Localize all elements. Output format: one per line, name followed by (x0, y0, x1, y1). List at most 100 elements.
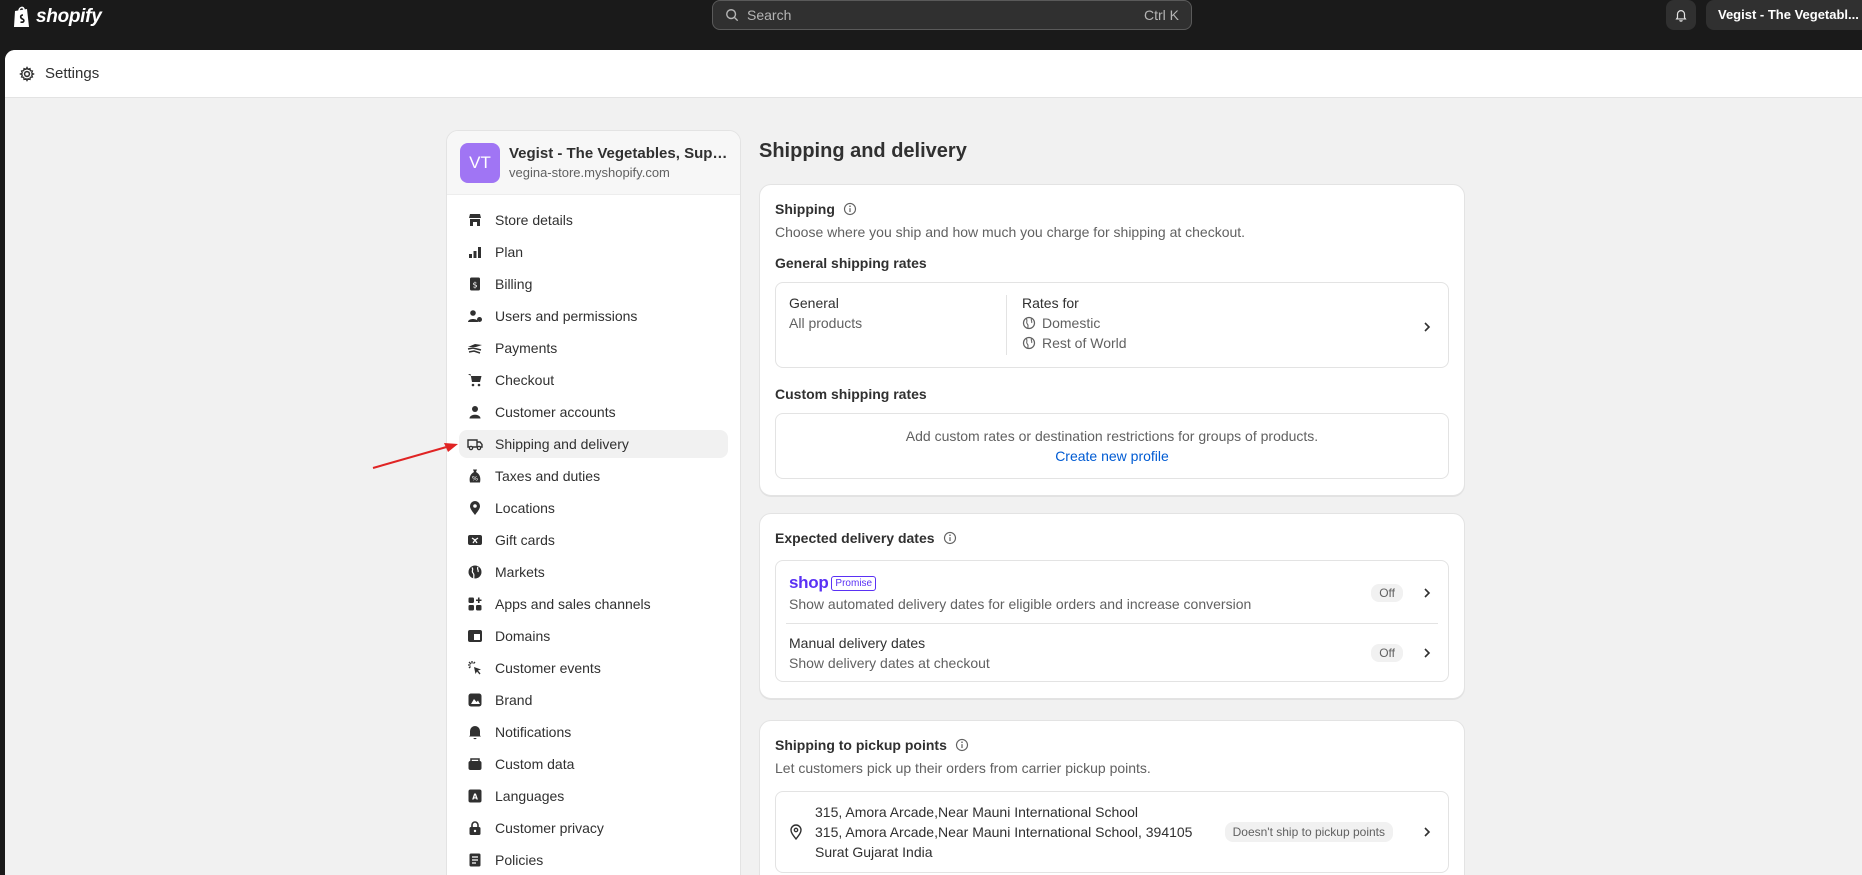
sidebar-item-languages[interactable]: A Languages (459, 782, 728, 810)
store-header[interactable]: VT Vegist - The Vegetables, Supermarket … (447, 131, 740, 195)
search-placeholder: Search (747, 7, 792, 23)
svg-text:A: A (472, 793, 478, 802)
sidebar-item-label: Notifications (495, 724, 572, 740)
sidebar-item-apps[interactable]: Apps and sales channels (459, 590, 728, 618)
sidebar-item-label: Checkout (495, 372, 555, 388)
sidebar-item-customer-events[interactable]: Customer events (459, 654, 728, 682)
pickup-points-card: Shipping to pickup points Let customers … (759, 720, 1465, 875)
zone-rest-of-world: Rest of World (1042, 335, 1127, 351)
shipping-title-row: Shipping (775, 201, 1449, 217)
shipping-title: Shipping (775, 201, 835, 217)
payments-icon (467, 340, 483, 356)
globe-icon (467, 564, 483, 580)
globe-icon (1022, 316, 1036, 330)
sidebar-item-policies[interactable]: Policies (459, 846, 728, 874)
sidebar-item-label: Languages (495, 788, 565, 804)
store-icon (467, 212, 483, 228)
delivery-title-row: Expected delivery dates (775, 530, 1449, 546)
delivery-options-box: shop Promise Show automated delivery dat… (775, 560, 1449, 682)
sidebar-item-label: Customer events (495, 660, 601, 676)
sidebar-item-payments[interactable]: Payments (459, 334, 728, 362)
domain-icon (467, 628, 483, 644)
sidebar-item-billing[interactable]: $ Billing (459, 270, 728, 298)
shipping-card: Shipping Choose where you ship and how m… (759, 184, 1465, 496)
sidebar-item-plan[interactable]: Plan (459, 238, 728, 266)
sidebar-item-label: Payments (495, 340, 558, 356)
sidebar-item-label: Custom data (495, 756, 575, 772)
sidebar-item-checkout[interactable]: Checkout (459, 366, 728, 394)
custom-rates-text: Add custom rates or destination restrict… (905, 428, 1319, 444)
sidebar-item-markets[interactable]: Markets (459, 558, 728, 586)
sidebar-item-label: Domains (495, 628, 551, 644)
store-switcher-button[interactable]: Vegist - The Vegetabl... (1706, 0, 1862, 30)
sidebar-item-label: Store details (495, 212, 573, 228)
shop-promise-logo: shop Promise (789, 573, 1371, 593)
svg-text:$: $ (472, 281, 477, 290)
cart-icon (467, 372, 483, 388)
status-badge: Doesn't ship to pickup points (1224, 822, 1393, 842)
settings-title: Settings (45, 65, 100, 82)
lock-icon (467, 820, 483, 836)
svg-text:%: % (472, 475, 478, 483)
sidebar-item-label: Customer accounts (495, 404, 616, 420)
sidebar-item-label: Brand (495, 692, 533, 708)
sidebar-item-label: Locations (495, 500, 555, 516)
policy-icon (467, 852, 483, 868)
create-profile-link[interactable]: Create new profile (790, 448, 1434, 464)
bell-icon (1675, 10, 1687, 22)
delivery-dates-card: Expected delivery dates shop Promise Sho… (759, 513, 1465, 699)
billing-icon: $ (467, 276, 483, 292)
info-icon[interactable] (955, 738, 969, 752)
pickup-location-row[interactable]: 315, Amora Arcade,Near Mauni Internation… (775, 791, 1449, 873)
search-icon (726, 9, 739, 22)
sidebar-item-users[interactable]: Users and permissions (459, 302, 728, 330)
annotation-arrow (372, 443, 458, 469)
brand-text: shopify (36, 6, 102, 27)
info-icon[interactable] (843, 202, 857, 216)
pickup-location-name: 315, Amora Arcade,Near Mauni Internation… (815, 804, 1138, 820)
delivery-title: Expected delivery dates (775, 530, 935, 546)
data-icon (467, 756, 483, 772)
sidebar-item-customer-privacy[interactable]: Customer privacy (459, 814, 728, 842)
sidebar-item-label: Billing (495, 276, 533, 292)
sidebar-item-label: Taxes and duties (495, 468, 601, 484)
shop-promise-row[interactable]: shop Promise Show automated delivery dat… (776, 561, 1448, 623)
store-url: vegina-store.myshopify.com (509, 165, 670, 180)
sidebar-item-store-details[interactable]: Store details (459, 206, 728, 234)
sidebar-item-taxes[interactable]: % Taxes and duties (459, 462, 728, 490)
general-profile-row[interactable]: General All products Rates for Domestic … (775, 282, 1449, 368)
manual-delivery-row[interactable]: Manual delivery dates Show delivery date… (786, 623, 1438, 681)
info-icon[interactable] (943, 531, 957, 545)
sidebar-item-label: Markets (495, 564, 545, 580)
sidebar-item-shipping[interactable]: Shipping and delivery (459, 430, 728, 458)
tax-icon: % (467, 468, 483, 484)
settings-sidebar: VT Vegist - The Vegetables, Supermarket … (446, 130, 741, 875)
shop-word: shop (789, 573, 829, 592)
sidebar-item-notifications[interactable]: Notifications (459, 718, 728, 746)
sidebar-item-brand[interactable]: Brand (459, 686, 728, 714)
notifications-button[interactable] (1666, 0, 1696, 30)
sidebar-item-label: Shipping and delivery (495, 436, 629, 452)
general-rates-heading: General shipping rates (775, 255, 927, 271)
sidebar-item-domains[interactable]: Domains (459, 622, 728, 650)
sidebar-item-gift-cards[interactable]: Gift cards (459, 526, 728, 554)
sidebar-item-customer-accounts[interactable]: Customer accounts (459, 398, 728, 426)
chevron-right-icon (1419, 319, 1435, 335)
shipping-subtitle: Choose where you ship and how much you c… (775, 224, 1246, 240)
sidebar-item-locations[interactable]: Locations (459, 494, 728, 522)
search-shortcut: Ctrl K (1144, 7, 1179, 23)
location-icon (467, 500, 483, 516)
promise-description: Show automated delivery dates for eligib… (789, 596, 1252, 612)
shopify-logo[interactable]: shopify (12, 4, 102, 30)
bell-icon (467, 724, 483, 740)
truck-icon (467, 436, 483, 452)
search-input[interactable]: Search Ctrl K (712, 0, 1192, 30)
language-icon: A (467, 788, 483, 804)
rates-for-label: Rates for (1022, 295, 1079, 311)
pickup-location-city: Surat Gujarat India (815, 844, 933, 860)
sidebar-item-label: Users and permissions (495, 308, 638, 324)
users-icon (467, 308, 483, 324)
sidebar-item-custom-data[interactable]: Custom data (459, 750, 728, 778)
shopify-bag-icon (14, 6, 29, 27)
globe-icon (1022, 336, 1036, 350)
